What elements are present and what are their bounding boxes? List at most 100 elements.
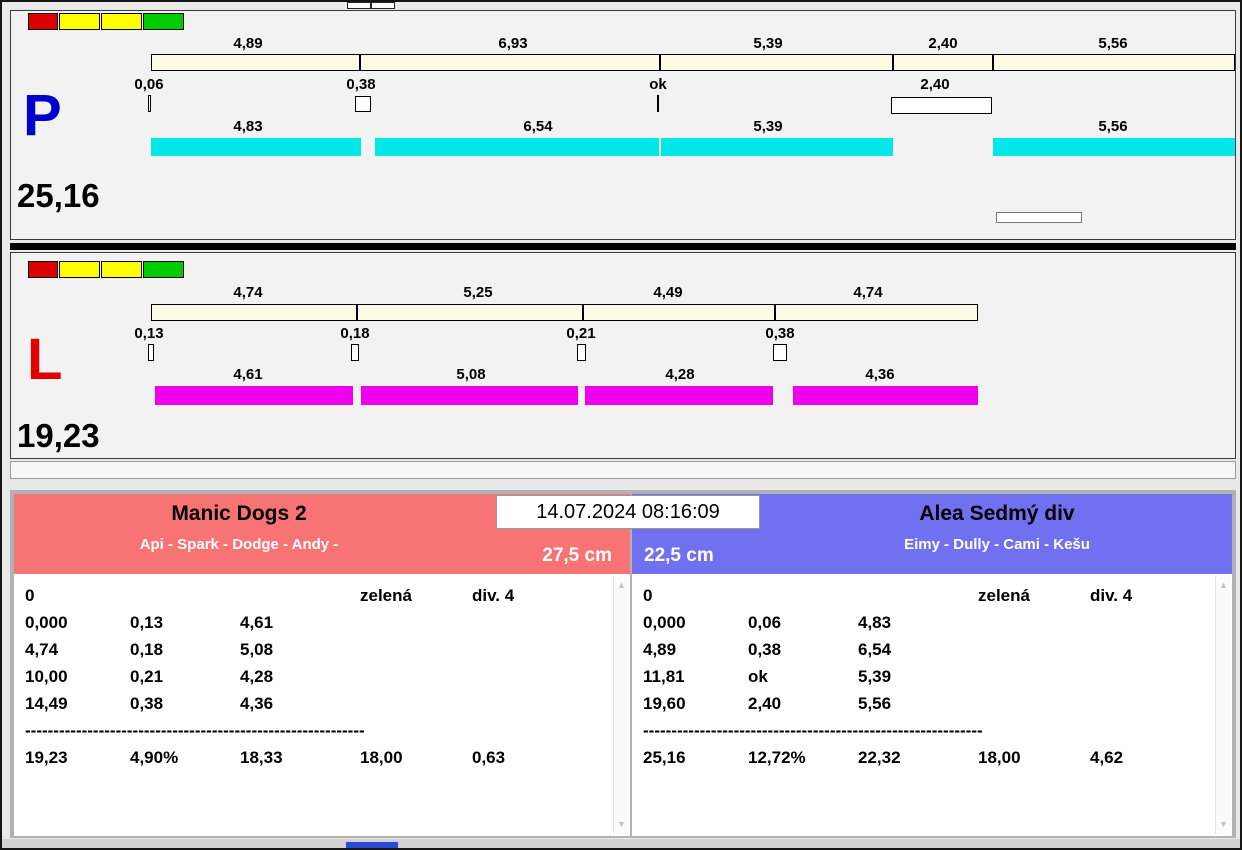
track-p-panel: 4,89 6,93 5,39 2,40 5,56 0,06 0,38 ok 2,…	[10, 10, 1236, 240]
separator-row: ----------------------------------------…	[25, 721, 365, 740]
dog-run-bar	[361, 386, 578, 405]
dog-time-label: 5,08	[456, 366, 486, 383]
dog-time-label: 4,61	[233, 366, 263, 383]
window-top-tabs	[347, 2, 395, 9]
bar-tick	[774, 304, 776, 321]
right-jump-height: 22,5 cm	[644, 545, 714, 566]
scroll-down-icon[interactable]: ▼	[614, 820, 629, 829]
changeover-marker	[148, 344, 154, 361]
app-window: 4,89 6,93 5,39 2,40 5,56 0,06 0,38 ok 2,…	[0, 0, 1242, 850]
split-time-label: 6,93	[498, 35, 528, 52]
status-light-red	[28, 261, 58, 278]
totals-row: 19,23 4,90% 18,33 18,00 0,63	[25, 748, 506, 767]
left-results-table: 0 zelená div. 4 0,000 0,13 4,61 4,74 0,1…	[25, 582, 514, 771]
division-cell: div. 4	[472, 586, 515, 605]
left-team-dogs: Api - Spark - Dodge - Andy -	[139, 536, 339, 553]
dog-run-bar	[993, 138, 1235, 156]
changeover-time-label: 2,40	[920, 76, 950, 93]
changeover-marker	[657, 95, 659, 112]
changeover-marker	[351, 344, 359, 361]
dog-time-label: 5,39	[753, 118, 783, 135]
status-light-yellow-2	[101, 13, 142, 30]
separator-row: ----------------------------------------…	[643, 721, 983, 740]
color-cell: zelená	[360, 586, 412, 605]
changeover-time-label: 0,13	[134, 325, 164, 342]
track-p-status-lights	[28, 13, 185, 30]
track-l-panel: 4,74 5,25 4,49 4,74 0,13 0,18 0,21 0,38 …	[10, 252, 1236, 459]
changeover-time-label: 0,21	[566, 325, 596, 342]
taskbar-indicator	[346, 842, 398, 848]
scroll-down-icon[interactable]: ▼	[1216, 820, 1231, 829]
top-tab-left	[347, 2, 371, 9]
dog-time-label: 4,28	[665, 366, 695, 383]
penalty-cell: 0	[643, 586, 653, 605]
split-time-label: 4,74	[233, 284, 263, 301]
result-row: 14,49 0,38 4,36	[25, 694, 274, 713]
result-row: 4,74 0,18 5,08	[25, 640, 274, 659]
split-time-label: 5,56	[1098, 35, 1128, 52]
penalty-cell: 0	[25, 586, 35, 605]
bar-tick	[892, 54, 894, 71]
bar-tick	[659, 54, 661, 71]
changeover-marker	[891, 97, 992, 114]
result-row: 4,89 0,38 6,54	[643, 640, 892, 659]
split-time-label: 5,39	[753, 35, 783, 52]
info-row: 0 zelená div. 4	[25, 582, 514, 609]
result-row: 0,000 0,13 4,61	[25, 613, 274, 632]
right-results-area[interactable]: 0 zelená div. 4 0,000 0,06 4,83 4,89 0,3…	[632, 574, 1232, 836]
dog-run-bar	[151, 138, 361, 156]
status-light-yellow-1	[59, 261, 100, 278]
changeover-time-label: 0,38	[346, 76, 376, 93]
right-team-dogs: Eimy - Dully - Cami - Kešu	[904, 536, 1090, 553]
division-cell: div. 4	[1090, 586, 1133, 605]
changeover-marker	[148, 95, 151, 112]
result-row: 0,000 0,06 4,83	[643, 613, 892, 632]
split-time-label: 4,89	[233, 35, 263, 52]
track-l-status-lights	[28, 261, 185, 278]
result-row: 10,00 0,21 4,28	[25, 667, 274, 686]
changeover-marker	[773, 344, 787, 361]
left-results-area[interactable]: 0 zelená div. 4 0,000 0,13 4,61 4,74 0,1…	[14, 574, 630, 836]
info-row: 0 zelená div. 4	[643, 582, 1132, 609]
split-time-label: 5,25	[463, 284, 493, 301]
dog-run-bar	[375, 138, 659, 156]
status-light-green	[143, 261, 184, 278]
window-bottom-strip	[2, 839, 1240, 848]
scroll-up-icon[interactable]: ▲	[1216, 581, 1231, 590]
left-team-name: Manic Dogs 2	[171, 502, 307, 525]
dog-time-label: 6,54	[523, 118, 553, 135]
result-row: 19,60 2,40 5,56	[643, 694, 892, 713]
spare-indicator-box	[996, 212, 1082, 223]
color-cell: zelená	[978, 586, 1030, 605]
bar-tick	[992, 54, 994, 71]
timestamp: 14.07.2024 08:16:09	[496, 495, 760, 529]
dog-run-bar	[661, 138, 893, 156]
changeover-time-label: 0,18	[340, 325, 370, 342]
dog-time-label: 5,56	[1098, 118, 1128, 135]
lane-label-p: P	[23, 83, 62, 148]
changeover-marker	[355, 96, 371, 112]
total-time-bar	[151, 304, 978, 321]
right-team-name: Alea Sedmý div	[919, 502, 1075, 525]
split-time-label: 4,49	[653, 284, 683, 301]
scroll-up-icon[interactable]: ▲	[614, 581, 629, 590]
left-table-scrollbar[interactable]: ▲ ▼	[613, 576, 629, 834]
split-time-label: 2,40	[928, 35, 958, 52]
dog-time-label: 4,36	[865, 366, 895, 383]
status-light-yellow-1	[59, 13, 100, 30]
lane-label-l: L	[27, 327, 63, 392]
changeover-marker	[577, 344, 586, 361]
changeover-time-label: 0,38	[765, 325, 795, 342]
dog-time-label: 4,83	[233, 118, 263, 135]
dog-run-bar	[793, 386, 978, 405]
top-tab-right	[371, 2, 395, 9]
bar-tick	[359, 54, 361, 71]
status-strip	[10, 461, 1236, 479]
right-results-table: 0 zelená div. 4 0,000 0,06 4,83 4,89 0,3…	[643, 582, 1132, 771]
status-light-yellow-2	[101, 261, 142, 278]
changeover-time-label: 0,06	[134, 76, 164, 93]
right-table-scrollbar[interactable]: ▲ ▼	[1215, 576, 1231, 834]
left-jump-height: 27,5 cm	[542, 545, 612, 566]
status-light-green	[143, 13, 184, 30]
split-time-label: 4,74	[853, 284, 883, 301]
